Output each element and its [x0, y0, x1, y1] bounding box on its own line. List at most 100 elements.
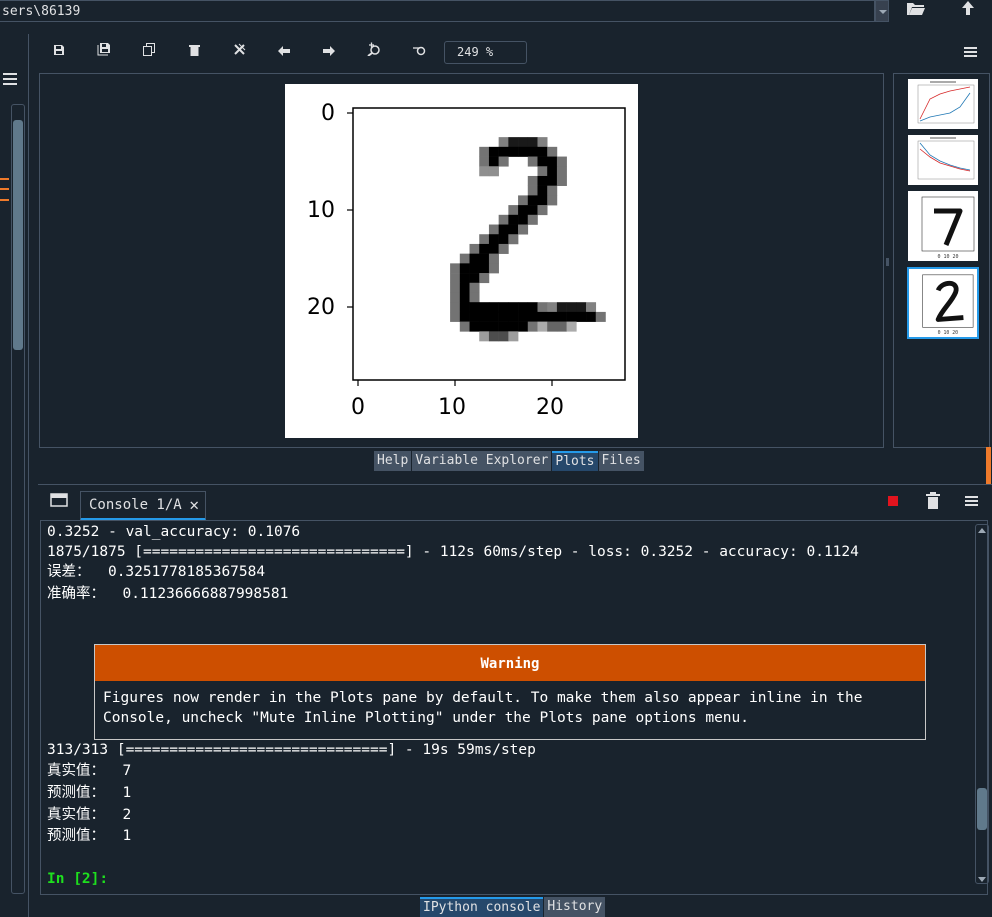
- digit-pixel: [508, 205, 519, 216]
- scroll-up-icon[interactable]: [978, 528, 986, 533]
- svg-text:0 10 20: 0 10 20: [938, 330, 958, 336]
- editor-scrollbar-thumb[interactable]: [13, 120, 23, 350]
- tab-variable-explorer[interactable]: Variable Explorer: [412, 451, 552, 471]
- digit-pixel: [547, 175, 558, 186]
- digit-pixel: [450, 263, 461, 274]
- prompt-label: In [2]:: [47, 871, 109, 887]
- digit-pixel: [508, 214, 519, 225]
- console-tab-label: Console 1/A: [89, 497, 182, 513]
- digit-pixel: [469, 253, 480, 264]
- digit-pixel: [479, 311, 490, 322]
- digit-pixel: [527, 185, 538, 196]
- plot-thumbnail[interactable]: [907, 78, 979, 130]
- digit-pixel: [537, 166, 548, 177]
- copy-icon[interactable]: [138, 42, 160, 64]
- console-tab[interactable]: Console 1/A ✕: [80, 491, 206, 521]
- path-dropdown-button[interactable]: [875, 0, 889, 22]
- console-line: 真实值： 2: [47, 807, 132, 823]
- digit-pixel: [518, 146, 529, 157]
- digit-pixel: [556, 156, 567, 167]
- save-all-icon[interactable]: [93, 42, 115, 64]
- plot-thumbnail[interactable]: 0 10 20: [907, 190, 979, 262]
- digit-pixel: [508, 311, 519, 322]
- digit-pixel: [508, 234, 519, 245]
- arrow-right-icon[interactable]: [318, 42, 340, 64]
- digit-pixel: [537, 321, 548, 332]
- digit-pixel: [566, 311, 577, 322]
- digit-pixel: [488, 321, 499, 332]
- digit-pixel: [498, 214, 509, 225]
- digit-pixel: [488, 331, 499, 342]
- tab-history[interactable]: History: [544, 897, 606, 917]
- splitter-handle[interactable]: [886, 258, 889, 266]
- plot-thumbnail-selected[interactable]: 0 10 20: [907, 267, 979, 339]
- digit-pixel: [488, 263, 499, 274]
- arrow-left-icon[interactable]: [273, 42, 295, 64]
- console-tabbar: IPython console History: [420, 897, 606, 917]
- digit-pixel: [498, 311, 509, 322]
- digit-pixel: [450, 292, 461, 303]
- digit-pixel: [508, 224, 519, 235]
- digit-pixel: [547, 156, 558, 167]
- tab-plots[interactable]: Plots: [552, 451, 598, 471]
- plot-thumbnail[interactable]: [907, 134, 979, 186]
- close-all-icon[interactable]: [228, 42, 250, 64]
- digit-pixel: [527, 205, 538, 216]
- digit-pixel: [469, 311, 480, 322]
- browse-tabs-icon[interactable]: [50, 492, 68, 508]
- tab-files[interactable]: Files: [598, 451, 644, 471]
- zoom-level-field[interactable]: 249 %: [444, 41, 527, 64]
- digit-pixel: [518, 195, 529, 206]
- digit-pixel: [508, 302, 519, 313]
- working-directory-input[interactable]: sers\86139: [0, 0, 875, 22]
- arrow-up-icon[interactable]: [951, 0, 985, 22]
- close-icon[interactable]: ✕: [189, 492, 199, 518]
- digit-pixel: [537, 195, 548, 206]
- digit-pixel: [469, 243, 480, 254]
- digit-pixel: [450, 311, 461, 322]
- plots-options-menu-icon[interactable]: [964, 45, 980, 59]
- digit-pixel: [488, 146, 499, 157]
- trash-icon[interactable]: [926, 492, 940, 509]
- menu-icon[interactable]: [3, 70, 19, 86]
- digit-pixel: [469, 302, 480, 313]
- warning-marker: [0, 188, 9, 190]
- xtick-label: 20: [536, 395, 564, 420]
- console-options-menu-icon[interactable]: [965, 494, 981, 508]
- digit-pixel: [498, 243, 509, 254]
- digit-pixel: [498, 302, 509, 313]
- tab-ipython-console[interactable]: IPython console: [420, 897, 544, 917]
- digit-pixel: [459, 321, 470, 332]
- trash-icon[interactable]: [183, 42, 205, 64]
- warning-marker: [0, 178, 9, 180]
- digit-pixel: [479, 253, 490, 264]
- digit-pixel: [479, 243, 490, 254]
- digit-pixel: [518, 137, 529, 148]
- scroll-down-icon[interactable]: [978, 877, 986, 882]
- digit-pixel: [459, 253, 470, 264]
- zoom-out-icon[interactable]: [408, 42, 430, 64]
- save-icon[interactable]: [48, 42, 70, 64]
- digit-pixel: [479, 234, 490, 245]
- digit-pixel: [527, 214, 538, 225]
- console-line: 预测值： 1: [47, 785, 132, 801]
- digit-pixel: [537, 175, 548, 186]
- digit-pixel: [450, 282, 461, 293]
- digit-pixel: [498, 224, 509, 235]
- pane-tabbar: Help Variable Explorer Plots Files: [374, 451, 644, 471]
- digit-pixel: [469, 282, 480, 293]
- digit-pixel: [498, 321, 509, 332]
- stop-icon[interactable]: [888, 496, 898, 506]
- digit-pixel: [518, 311, 529, 322]
- zoom-in-icon[interactable]: [363, 42, 385, 64]
- digit-pixel: [547, 195, 558, 206]
- console-scrollbar-thumb[interactable]: [977, 788, 987, 830]
- digit-pixel: [479, 166, 490, 177]
- tab-help[interactable]: Help: [374, 451, 412, 471]
- digit-pixel: [450, 273, 461, 284]
- digit-pixel: [576, 302, 587, 313]
- digit-pixel: [488, 243, 499, 254]
- console-scrollbar[interactable]: [975, 524, 989, 884]
- folder-open-icon[interactable]: [899, 0, 933, 22]
- digit-pixel: [488, 166, 499, 177]
